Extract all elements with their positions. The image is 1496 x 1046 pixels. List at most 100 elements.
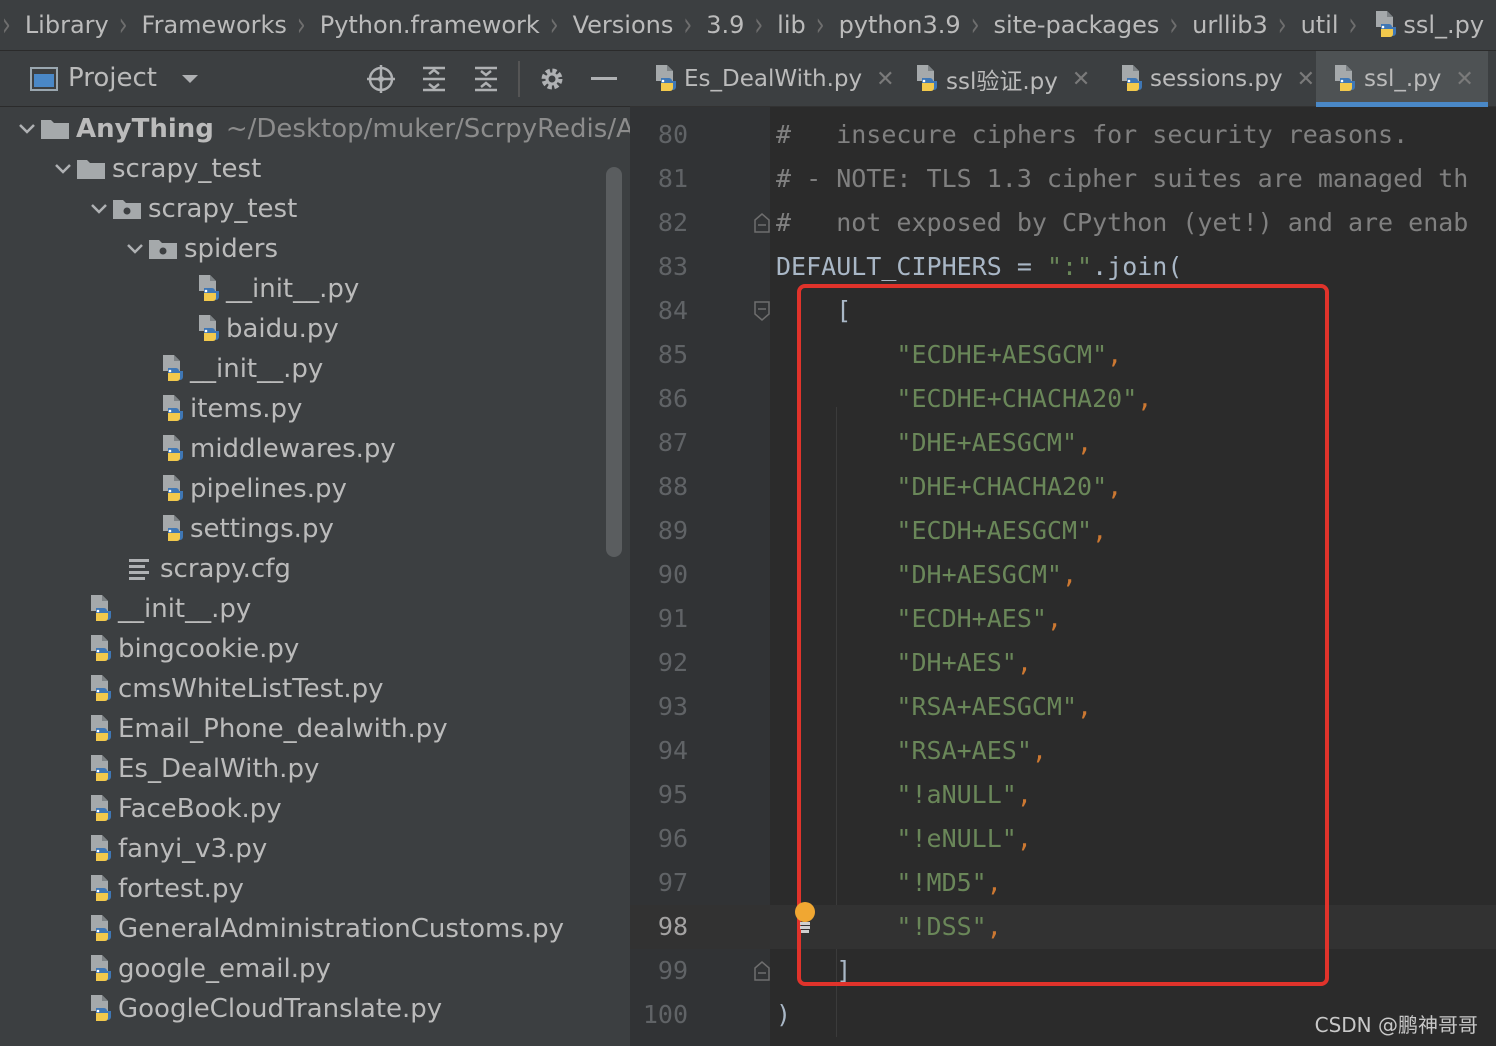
line-number: 83 <box>657 252 688 281</box>
tree-item[interactable]: google_email.py <box>86 949 630 989</box>
tree-item[interactable]: __init__.py <box>194 269 630 309</box>
tree-item[interactable]: items.py <box>158 389 630 429</box>
fold-end-icon[interactable] <box>754 961 770 981</box>
project-tree: AnyThing ~/Desktop/muker/ScrpyRedis/A sc… <box>0 107 630 1046</box>
breadcrumb-item[interactable]: python3.9 <box>839 11 961 39</box>
line-number: 86 <box>657 384 688 413</box>
tree-item[interactable]: FaceBook.py <box>86 789 630 829</box>
python-file-icon <box>86 949 116 989</box>
code-line[interactable]: 81 # - NOTE: TLS 1.3 cipher suites are ma… <box>630 157 1496 201</box>
tree-item[interactable]: baidu.py <box>194 309 630 349</box>
python-file-icon <box>86 749 116 789</box>
breadcrumb-item[interactable]: Versions <box>573 11 674 39</box>
line-number: 88 <box>657 472 688 501</box>
fold-end-icon[interactable] <box>754 213 770 233</box>
tree-item[interactable]: cmsWhiteListTest.py <box>86 669 630 709</box>
code-token: = <box>1001 252 1047 281</box>
root-path: ~/Desktop/muker/ScrpyRedis/A <box>225 114 630 144</box>
project-toolbar: Project <box>0 51 630 107</box>
tree-item[interactable]: fortest.py <box>86 869 630 909</box>
tree-item[interactable]: __init__.py <box>86 589 630 629</box>
tree-item[interactable]: GeneralAdministrationCustoms.py <box>86 909 630 949</box>
line-number: 90 <box>657 560 688 589</box>
code-text: ) <box>776 993 791 1037</box>
folder-icon <box>76 149 106 189</box>
tree-item[interactable]: middlewares.py <box>158 429 630 469</box>
breadcrumb-item[interactable]: urllib3 <box>1192 11 1268 39</box>
project-panel: Project AnyThing ~/Desktop/muker/ScrpyRe… <box>0 51 630 1046</box>
code-line[interactable]: 80 # insecure ciphers for security reason… <box>630 113 1496 157</box>
editor-tab[interactable]: Es_DealWith.py ✕ <box>638 51 895 107</box>
close-icon[interactable]: ✕ <box>1455 67 1473 92</box>
code-line[interactable]: 83 DEFAULT_CIPHERS = ":".join( <box>630 245 1496 289</box>
chevron-down-icon[interactable] <box>50 149 76 189</box>
toolbar-divider <box>518 61 520 97</box>
python-file-icon <box>86 709 116 749</box>
lightbulb-icon[interactable] <box>792 901 818 939</box>
tree-item[interactable]: scrapy_test <box>50 149 630 189</box>
tree-item[interactable]: pipelines.py <box>158 469 630 509</box>
chevron-down-icon[interactable] <box>174 63 206 95</box>
chevron-down-icon[interactable] <box>86 189 112 229</box>
breadcrumb-separator: › <box>296 6 306 44</box>
project-title[interactable]: Project <box>68 63 157 93</box>
tree-item-label: middlewares.py <box>190 434 396 464</box>
tree-item-label: cmsWhiteListTest.py <box>118 674 384 704</box>
tree-item-label: baidu.py <box>226 314 339 344</box>
highlight-box <box>797 284 1329 986</box>
expand-all-icon[interactable] <box>418 63 450 95</box>
chevron-down-icon[interactable] <box>122 229 148 269</box>
python-file-icon <box>194 309 224 349</box>
editor-tab[interactable]: ssl验证.py ✕ <box>898 51 1094 107</box>
chevron-down-icon[interactable] <box>14 109 40 149</box>
breadcrumb-item[interactable]: 3.9 <box>706 11 744 39</box>
breadcrumb-item[interactable]: site-packages <box>994 11 1160 39</box>
line-number: 94 <box>657 736 688 765</box>
code-token: DEFAULT_CIPHERS <box>776 252 1002 281</box>
scrollbar[interactable] <box>606 167 622 557</box>
python-file-icon <box>86 989 116 1029</box>
editor-tab[interactable]: ssl_.py ✕ <box>1316 51 1488 107</box>
breadcrumb-item[interactable]: Frameworks <box>142 11 287 39</box>
tree-item[interactable]: settings.py <box>158 509 630 549</box>
tree-item-label: __init__.py <box>190 354 324 384</box>
gear-icon[interactable] <box>536 63 568 95</box>
close-icon[interactable]: ✕ <box>1297 67 1315 92</box>
tree-item[interactable]: __init__.py <box>158 349 630 389</box>
breadcrumb-item[interactable]: ssl_.py <box>1371 5 1484 45</box>
breadcrumb-item[interactable]: util <box>1301 11 1339 39</box>
tree-item-label: scrapy_test <box>112 154 262 184</box>
line-number: 82 <box>657 208 688 237</box>
tree-item[interactable]: Es_DealWith.py <box>86 749 630 789</box>
breadcrumb-separator: › <box>754 6 764 44</box>
project-view-icon[interactable] <box>28 63 60 95</box>
tree-item[interactable]: bingcookie.py <box>86 629 630 669</box>
fold-start-icon[interactable] <box>754 301 770 321</box>
locate-icon[interactable] <box>365 63 397 95</box>
tree-item[interactable]: spiders <box>122 229 630 269</box>
python-file-icon <box>158 389 188 429</box>
breadcrumb-item[interactable]: Library <box>25 11 109 39</box>
tree-item-label: scrapy_test <box>148 194 298 224</box>
tree-item-label: Es_DealWith.py <box>118 754 320 784</box>
breadcrumb-label: 3.9 <box>706 11 745 39</box>
breadcrumb-item[interactable]: Python.framework <box>320 11 540 39</box>
code-text: # not exposed by CPython (yet!) and are … <box>776 201 1468 245</box>
breadcrumb-item[interactable]: lib <box>777 11 806 39</box>
close-icon[interactable]: ✕ <box>1072 67 1090 92</box>
tree-item[interactable]: scrapy_test <box>86 189 630 229</box>
tree-item-label: GoogleCloudTranslate.py <box>118 994 443 1024</box>
tree-item[interactable]: fanyi_v3.py <box>86 829 630 869</box>
tree-item[interactable]: scrapy.cfg <box>124 549 630 589</box>
python-file-icon <box>1371 5 1401 45</box>
editor-tab[interactable]: sessions.py ✕ <box>1104 51 1315 107</box>
minimize-icon[interactable] <box>588 63 620 95</box>
close-icon[interactable]: ✕ <box>876 67 894 92</box>
line-number: 96 <box>657 824 688 853</box>
breadcrumb-separator: › <box>118 6 128 44</box>
python-file-icon <box>1330 59 1360 99</box>
tree-root[interactable]: AnyThing ~/Desktop/muker/ScrpyRedis/A <box>14 109 630 149</box>
tree-item[interactable]: Email_Phone_dealwith.py <box>86 709 630 749</box>
collapse-all-icon[interactable] <box>470 63 502 95</box>
tree-item[interactable]: GoogleCloudTranslate.py <box>86 989 630 1029</box>
